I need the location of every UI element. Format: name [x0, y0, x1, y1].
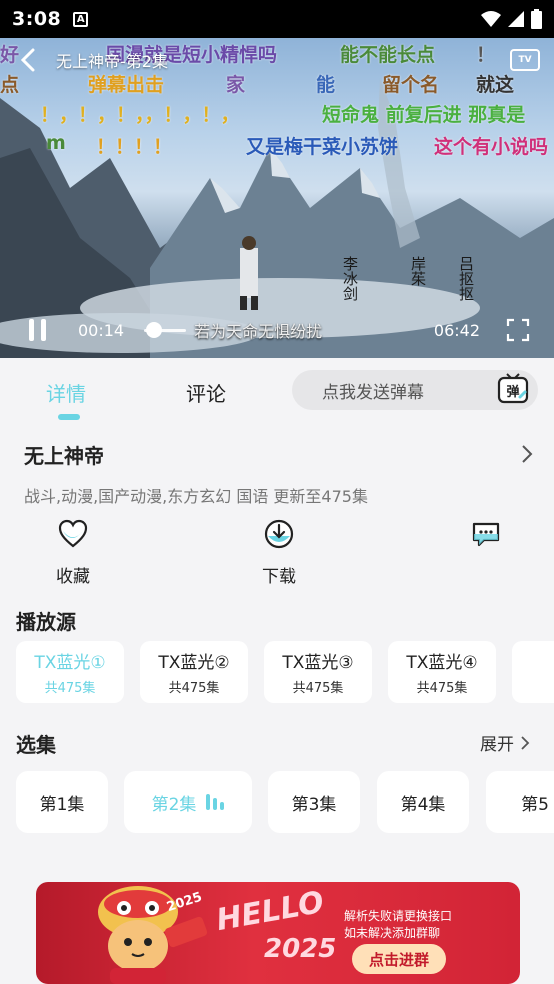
episode-label: 第2集: [151, 794, 197, 815]
source-card[interactable]: TX蓝光① 共475集: [16, 641, 124, 703]
seek-thumb[interactable]: [145, 322, 162, 338]
scene-label: 岸茱: [409, 256, 427, 286]
download-label: 下载: [262, 567, 296, 587]
danmaku-comment: 这个有小说吗: [434, 136, 549, 158]
total-time: 06:42: [433, 320, 480, 340]
banner-line: 如未解决添加群聊: [344, 926, 441, 940]
subtitle: 若为天命无惧纷扰: [194, 322, 323, 341]
danmaku-comment: ！！！！: [96, 136, 173, 158]
source-card[interactable]: TX蓝光④ 共475集: [388, 641, 496, 703]
danmaku-input-placeholder: 点我发送弹幕: [322, 382, 424, 403]
wifi-icon: [481, 11, 501, 27]
video-player[interactable]: 李冰剑 岸茱 吕抠抠 国漫就是短小精悍吗 能不能长点 ！ 好 点 弹幕出击 家 …: [0, 38, 554, 358]
tab-detail[interactable]: 详情: [46, 378, 86, 407]
status-bar: 3:08 A: [0, 0, 554, 38]
banner-line: 解析失败请更换接口: [344, 909, 453, 923]
danmaku-toggle-label: 弹: [506, 384, 519, 400]
tab-indicator: [58, 414, 80, 420]
source-list: TX蓝光① 共475集 TX蓝光② 共475集 TX蓝光③ 共475集 TX蓝光…: [16, 641, 554, 703]
show-title: 无上神帝: [24, 444, 104, 468]
source-count: 共475集: [44, 681, 96, 696]
danmaku-comment: 短命鬼 前复后进 那真是: [322, 104, 526, 126]
fullscreen-icon[interactable]: [506, 318, 530, 342]
episode-card[interactable]: 第1集: [16, 771, 108, 833]
year-badge-text: 2025: [165, 890, 204, 914]
player-controls: 00:14 若为天命无惧纷扰 06:42: [0, 306, 554, 354]
status-time: 3:08: [12, 8, 62, 30]
episode-label: 第5: [521, 794, 549, 815]
tabs-row: 详情 评论 点我发送弹幕 弹: [0, 358, 554, 428]
chevron-right-icon[interactable]: [520, 442, 534, 466]
back-arrow-icon[interactable]: [14, 46, 42, 74]
favorite-button[interactable]: 收藏: [56, 518, 90, 587]
episode-card[interactable]: 第3集: [268, 771, 360, 833]
tv-cast-icon[interactable]: TV: [510, 49, 540, 71]
danmaku-comment: 又是梅干菜小苏饼: [246, 136, 399, 158]
show-meta: 战斗,动漫,国产动漫,东方玄幻 国语 更新至475集: [24, 487, 368, 506]
source-card[interactable]: TX蓝光② 共475集: [140, 641, 248, 703]
episode-label: 第4集: [400, 794, 446, 815]
source-count: 共475集: [416, 681, 468, 696]
episode-list: 第1集 第2集 第3集 第4集 第5: [16, 771, 554, 833]
source-count: 共475集: [292, 681, 344, 696]
join-group-button[interactable]: 点击进群: [352, 944, 446, 974]
battery-icon: [531, 9, 542, 29]
favorite-label: 收藏: [56, 567, 90, 587]
download-icon: [264, 519, 294, 549]
player-top-bar: 无上神帝-第2集 TV: [0, 38, 554, 82]
playing-equalizer-icon: [206, 794, 225, 810]
episode-card[interactable]: 第5: [486, 771, 554, 833]
show-info[interactable]: 无上神帝 战斗,动漫,国产动漫,东方玄幻 国语 更新至475集: [24, 440, 534, 507]
banner-year: 2025: [264, 934, 337, 964]
danmaku-input[interactable]: 点我发送弹幕 弹: [292, 370, 538, 410]
year-badge: 2025: [165, 890, 204, 914]
status-icons: [481, 9, 542, 29]
heart-icon: [58, 519, 88, 548]
episode-card[interactable]: 第4集: [377, 771, 469, 833]
episodes-section-title: 选集: [16, 733, 56, 757]
seek-bar[interactable]: [144, 320, 187, 340]
chat-bubble-icon: [472, 522, 500, 547]
episode-card[interactable]: 第2集: [124, 771, 252, 833]
danmaku-comment: ！，！，！，，！，！，: [40, 104, 240, 126]
video-title: 无上神帝-第2集: [56, 52, 168, 71]
episode-label: 第1集: [39, 794, 85, 815]
banner-hello: HELLO: [213, 884, 327, 939]
source-name: TX蓝光②: [158, 653, 230, 673]
expand-button[interactable]: 展开: [480, 730, 530, 755]
expand-label: 展开: [480, 735, 514, 755]
scene-label: 吕抠抠: [457, 256, 475, 301]
chevron-right-icon: [521, 735, 530, 750]
sources-section-title: 播放源: [16, 610, 76, 634]
source-name: TX蓝光①: [34, 653, 106, 673]
pause-icon[interactable]: [24, 317, 50, 343]
download-button[interactable]: 下载: [262, 518, 296, 587]
source-card[interactable]: TX蓝光③ 共475集: [264, 641, 372, 703]
banner-message: 解析失败请更换接口 如未解决添加群聊: [344, 908, 452, 942]
cellular-icon: [508, 11, 524, 27]
episode-label: 第3集: [291, 794, 337, 815]
source-name: TX蓝光③: [282, 653, 354, 673]
danmaku-settings-button[interactable]: [470, 518, 502, 550]
source-name: TX蓝光④: [406, 653, 478, 673]
tab-comment[interactable]: 评论: [186, 378, 226, 407]
notification-icon: A: [73, 11, 89, 27]
danmaku-comment: m: [46, 132, 66, 154]
source-count: 共475集: [168, 681, 220, 696]
action-row: 收藏 下载: [0, 518, 554, 588]
danmaku-toggle-icon[interactable]: 弹: [496, 372, 530, 406]
promo-banner[interactable]: 2025 HELLO 2025 解析失败请更换接口 如未解决添加群聊 点击进群: [36, 882, 520, 984]
source-card[interactable]: T: [512, 641, 554, 703]
scene-label: 李冰剑: [341, 256, 359, 301]
current-time: 00:14: [78, 320, 125, 340]
